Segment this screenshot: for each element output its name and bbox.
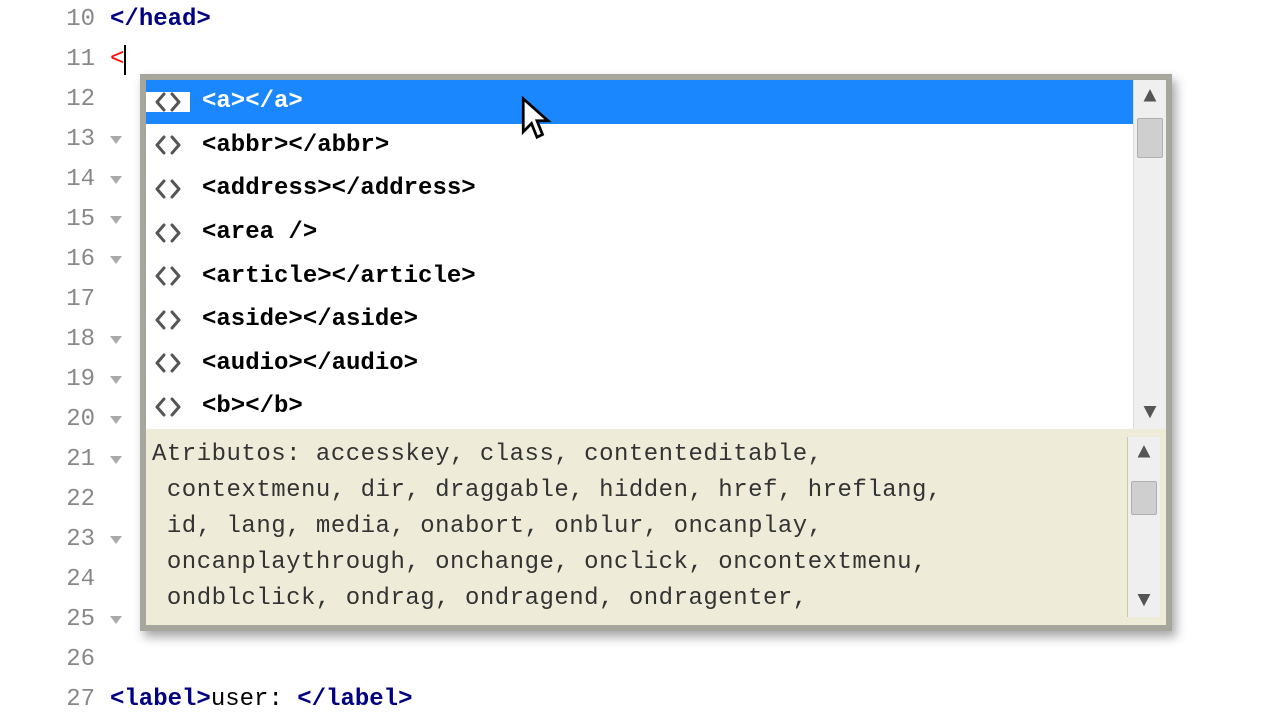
autocomplete-doc: Atributos: accesskey, class, contentedit… [146,429,1166,625]
fold-icon[interactable] [110,176,122,184]
code-line[interactable]: 26 [0,640,1280,680]
autocomplete-item[interactable]: <article></article> [146,254,1133,298]
line-number: 10 [0,0,110,40]
line-number: 19 [0,360,110,400]
autocomplete-label: <article></article> [190,263,1133,290]
tag-icon [146,397,190,417]
autocomplete-label: <address></address> [190,175,1133,202]
tag-close: </label [297,680,398,720]
tag-bracket: > [196,0,210,40]
line-number: 17 [0,280,110,320]
text-node: user: [211,680,297,720]
scroll-up-icon[interactable]: ▲ [1134,80,1166,112]
fold-icon[interactable] [110,336,122,344]
tag-icon [146,310,190,330]
line-number: 15 [0,200,110,240]
fold-icon[interactable] [110,536,122,544]
scroll-track[interactable] [1128,469,1160,585]
fold-icon[interactable] [110,616,122,624]
scroll-track[interactable] [1134,112,1166,397]
line-number: 23 [0,520,110,560]
doc-text: Atributos: accesskey, class, contentedit… [152,437,1127,617]
autocomplete-label: <a></a> [190,88,1133,115]
line-number: 26 [0,640,110,680]
autocomplete-label: <b></b> [190,393,1133,420]
autocomplete-label: <abbr></abbr> [190,132,1133,159]
line-number: 18 [0,320,110,360]
doc-scrollbar[interactable]: ▲ ▼ [1127,437,1160,617]
autocomplete-label: <area /> [190,219,1133,246]
line-number: 14 [0,160,110,200]
autocomplete-item[interactable]: <address></address> [146,167,1133,211]
line-number: 21 [0,440,110,480]
tag-icon [146,223,190,243]
tag-bracket: > [196,680,210,720]
tag-name: head [139,0,197,40]
line-number: 27 [0,680,110,720]
tag-open: <label [110,680,196,720]
line-number: 25 [0,600,110,640]
tag-bracket: > [398,680,412,720]
code-line[interactable]: 27 <label>user: </label> [0,680,1280,720]
fold-icon[interactable] [110,136,122,144]
tag-icon [146,135,190,155]
autocomplete-item[interactable]: <b></b> [146,385,1133,429]
tag-icon [146,353,190,373]
line-number: 13 [0,120,110,160]
scroll-down-icon[interactable]: ▼ [1134,397,1166,429]
autocomplete-label: <aside></aside> [190,306,1133,333]
code-line[interactable]: 10 </head> [0,0,1280,40]
tag-icon [146,92,190,112]
autocomplete-scrollbar[interactable]: ▲ ▼ [1133,80,1166,429]
fold-icon[interactable] [110,216,122,224]
autocomplete-item[interactable]: <area /> [146,211,1133,255]
autocomplete-popup: <a></a> <abbr></abbr> <address></address… [140,74,1172,631]
autocomplete-list[interactable]: <a></a> <abbr></abbr> <address></address… [146,80,1133,429]
scroll-thumb[interactable] [1131,481,1157,515]
autocomplete-item[interactable]: <a></a> [146,80,1133,124]
typed-char: < [110,40,124,80]
scroll-down-icon[interactable]: ▼ [1128,585,1160,617]
autocomplete-label: <audio></audio> [190,350,1133,377]
fold-icon[interactable] [110,256,122,264]
fold-icon[interactable] [110,416,122,424]
autocomplete-item[interactable]: <audio></audio> [146,342,1133,386]
line-number: 11 [0,40,110,80]
code-editor: 10 </head> 11 < 12 13 14 15 16 17 18 19 … [0,0,1280,720]
line-number: 12 [0,80,110,120]
tag-icon [146,179,190,199]
tag-bracket: </ [110,0,139,40]
scroll-thumb[interactable] [1137,118,1163,158]
scroll-up-icon[interactable]: ▲ [1128,437,1160,469]
fold-icon[interactable] [110,456,122,464]
line-number: 24 [0,560,110,600]
line-number: 20 [0,400,110,440]
text-caret [124,45,126,75]
fold-icon[interactable] [110,376,122,384]
line-number: 22 [0,480,110,520]
autocomplete-item[interactable]: <aside></aside> [146,298,1133,342]
autocomplete-item[interactable]: <abbr></abbr> [146,124,1133,168]
line-number: 16 [0,240,110,280]
tag-icon [146,266,190,286]
